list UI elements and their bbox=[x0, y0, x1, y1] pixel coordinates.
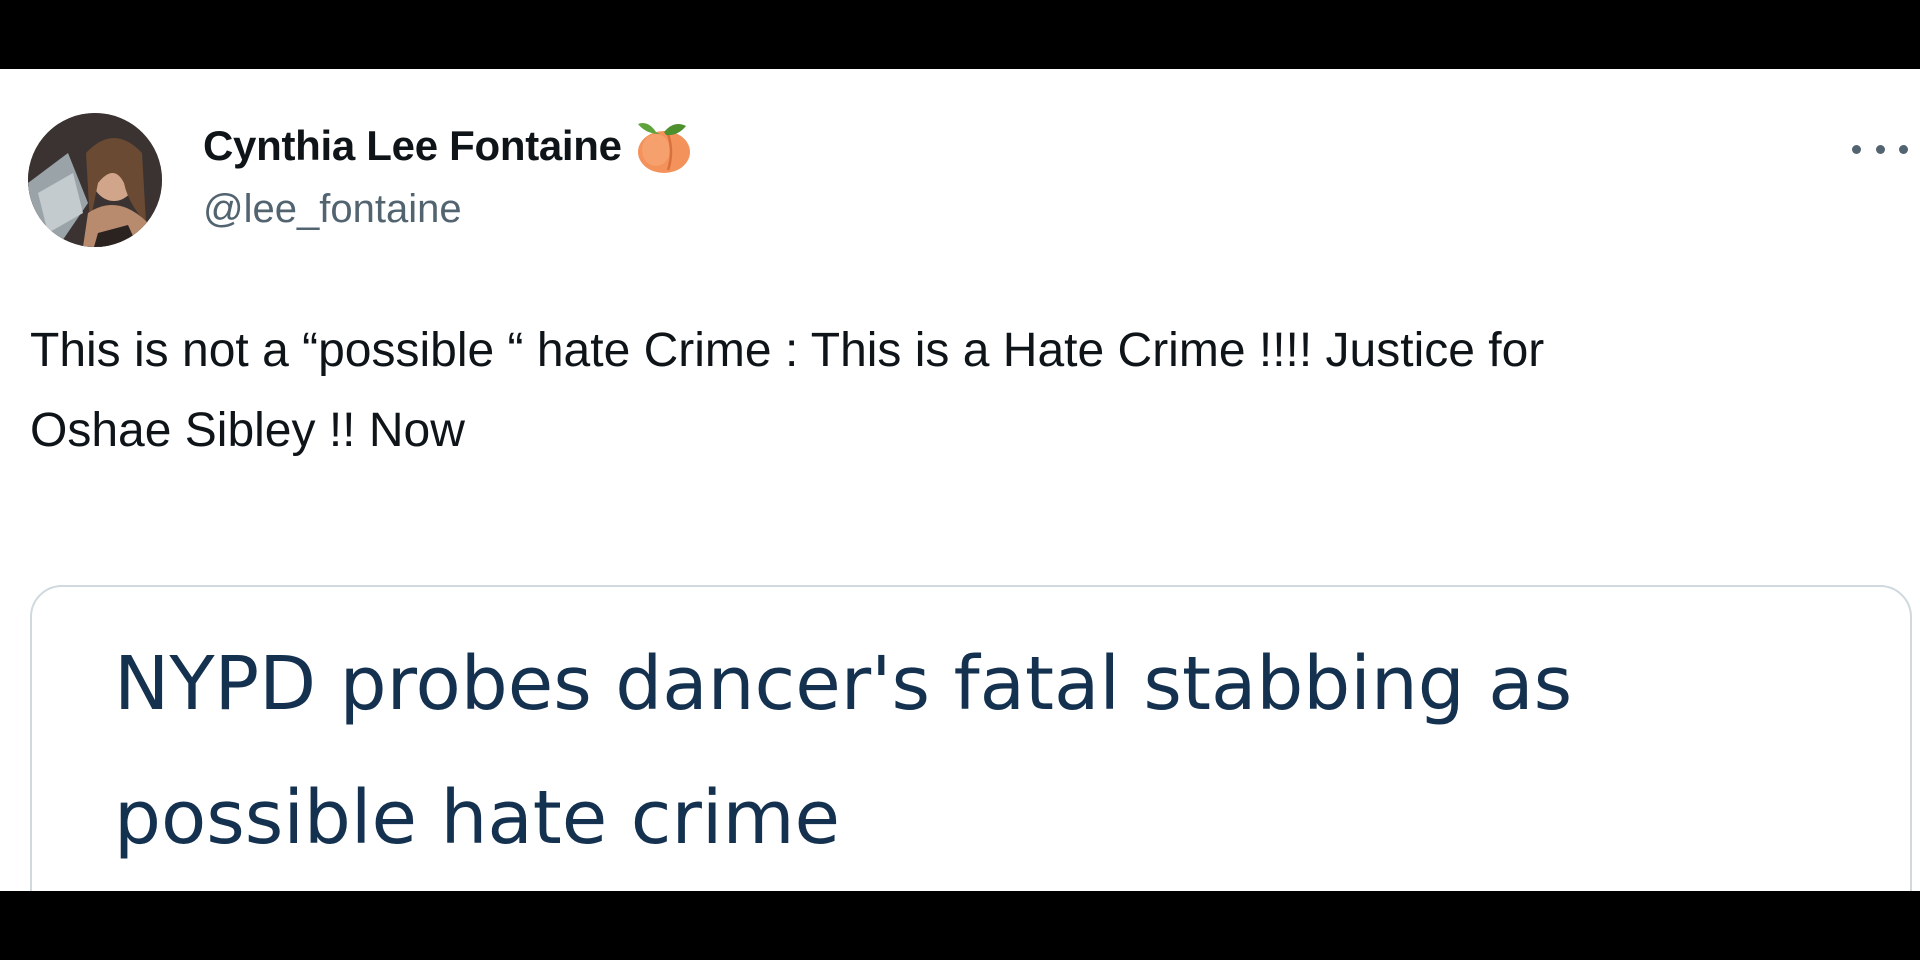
author-handle[interactable]: @lee_fontaine bbox=[203, 187, 462, 232]
link-preview-card[interactable]: NYPD probes dancer's fatal stabbing as po… bbox=[30, 585, 1912, 891]
headline-line-2: possible hate crime bbox=[114, 775, 841, 861]
tweet-text-line-1: This is not a “possible “ hate Crime : T… bbox=[30, 324, 1545, 377]
author-name-row: Cynthia Lee Fontaine bbox=[203, 118, 694, 174]
headline-line-1: NYPD probes dancer's fatal stabbing as bbox=[114, 641, 1573, 727]
tweet-text-line-2: Oshae Sibley !! Now bbox=[30, 404, 465, 457]
screenshot-frame: Cynthia Lee Fontaine @lee_fontaine This … bbox=[0, 0, 1920, 960]
more-dot bbox=[1852, 144, 1861, 154]
more-dot bbox=[1875, 144, 1885, 154]
more-horizontal-icon[interactable] bbox=[1852, 135, 1908, 163]
peach-icon bbox=[634, 118, 694, 174]
tweet: Cynthia Lee Fontaine @lee_fontaine This … bbox=[0, 69, 1920, 891]
more-dot bbox=[1899, 144, 1908, 154]
tweet-text: This is not a “possible “ hate Crime : T… bbox=[30, 311, 1890, 471]
link-card-headline: NYPD probes dancer's fatal stabbing as po… bbox=[114, 617, 1874, 885]
author-display-name[interactable]: Cynthia Lee Fontaine bbox=[203, 122, 622, 170]
avatar-photo bbox=[28, 113, 162, 247]
author-avatar[interactable] bbox=[28, 113, 162, 247]
